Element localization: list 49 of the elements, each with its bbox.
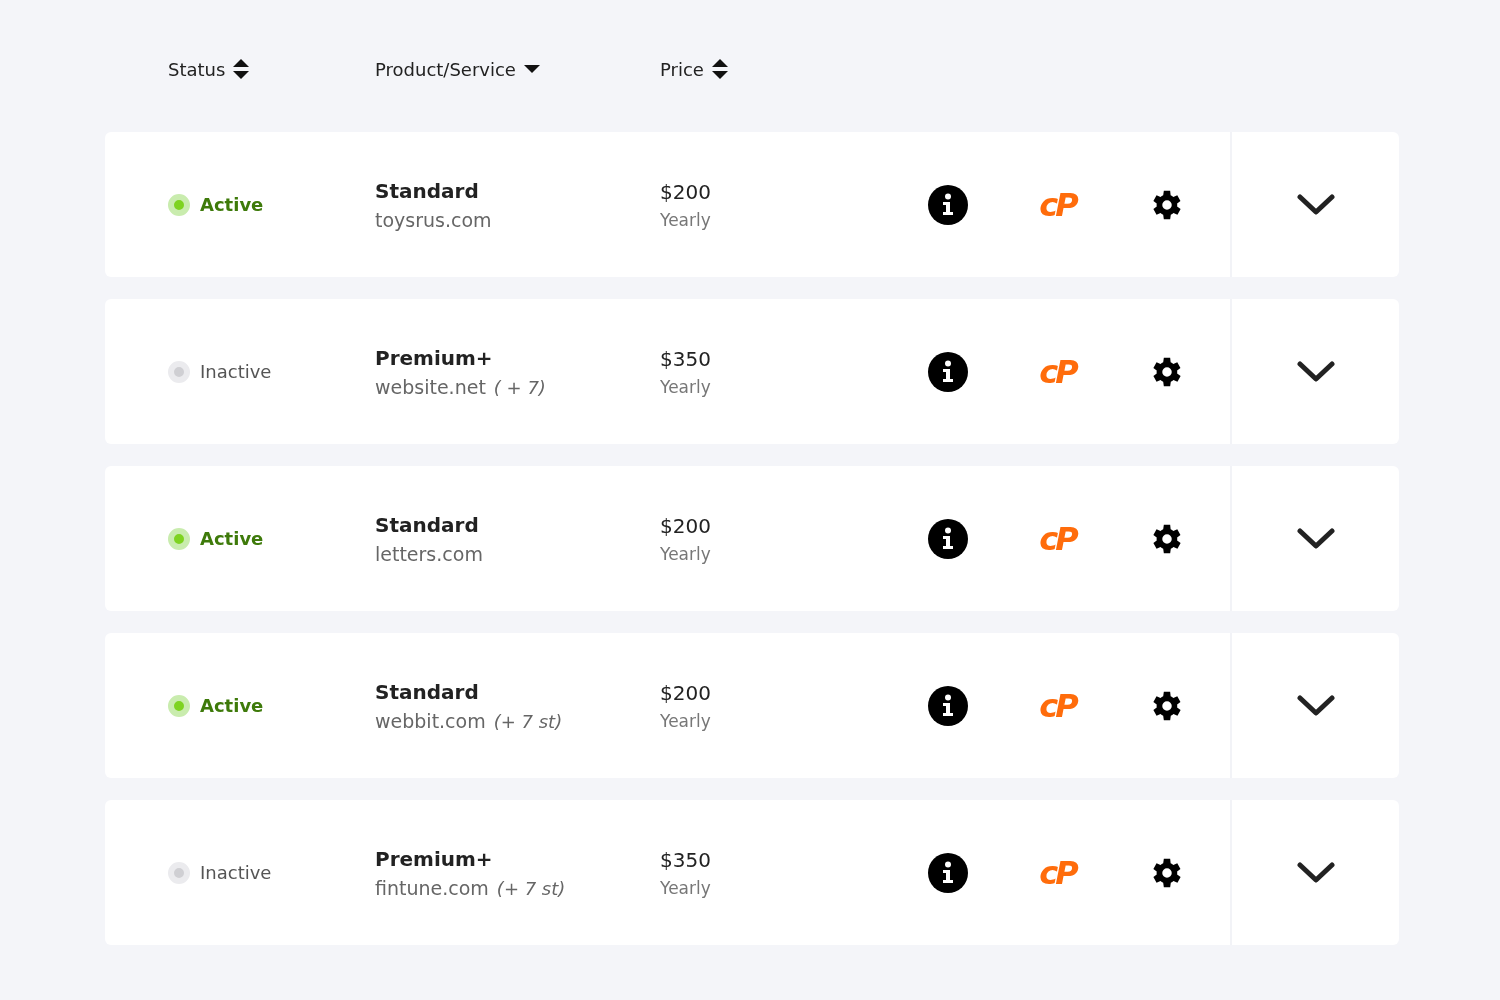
cpanel-logo[interactable]: cP	[1039, 686, 1076, 725]
cpanel-logo[interactable]: cP	[1039, 853, 1076, 892]
product-name: Standard	[375, 679, 480, 704]
billing-cycle: Yearly	[660, 877, 712, 898]
extra-domains-count: ( + 7)	[493, 376, 546, 398]
chevron-down-icon[interactable]	[1296, 860, 1335, 885]
column-header[interactable]: Product/Service	[375, 56, 660, 82]
cpanel-logo[interactable]: cP	[1039, 352, 1076, 391]
domain-name: website.net	[375, 375, 486, 398]
extra-domains-count: (+ 7 st)	[493, 710, 563, 732]
column-header[interactable]: Price	[660, 56, 905, 82]
price-amount: $350	[660, 346, 712, 371]
status-label: Active	[200, 528, 264, 549]
sort-icon	[233, 59, 250, 79]
column-header[interactable]: Status	[168, 56, 375, 82]
sort-icon	[711, 59, 728, 79]
domain-name: fintune.com	[375, 876, 489, 899]
billing-cycle: Yearly	[660, 376, 712, 397]
price-amount: $200	[660, 680, 712, 705]
status-label: Active	[200, 695, 264, 716]
info-icon[interactable]	[927, 685, 968, 726]
product-name: Standard	[375, 512, 480, 537]
price-amount: $350	[660, 847, 712, 872]
info-icon[interactable]	[927, 184, 968, 225]
price-amount: $200	[660, 513, 712, 538]
domain-name: letters.com	[375, 542, 483, 565]
domain-name: webbit.com	[375, 709, 486, 732]
cpanel-logo[interactable]: cP	[1039, 519, 1076, 558]
status-label: Inactive	[200, 361, 272, 382]
extra-domains-count: (+ 7 st)	[496, 877, 566, 899]
product-name: Premium+	[375, 345, 494, 370]
chevron-down-icon[interactable]	[1296, 693, 1335, 718]
chevron-down-icon[interactable]	[1296, 192, 1335, 217]
billing-cycle: Yearly	[660, 209, 712, 230]
price-amount: $200	[660, 179, 712, 204]
info-icon[interactable]	[927, 852, 968, 893]
status-label: Inactive	[200, 862, 272, 883]
info-icon[interactable]	[927, 351, 968, 392]
info-icon[interactable]	[927, 518, 968, 559]
status-label: Active	[200, 194, 264, 215]
cpanel-logo[interactable]: cP	[1039, 185, 1076, 224]
domain-name: toysrus.com	[375, 208, 492, 231]
chevron-down-icon[interactable]	[1296, 359, 1335, 384]
billing-cycle: Yearly	[660, 543, 712, 564]
product-name: Standard	[375, 178, 480, 203]
product-name: Premium+	[375, 846, 494, 871]
chevron-down-icon[interactable]	[1296, 526, 1335, 551]
billing-cycle: Yearly	[660, 710, 712, 731]
caret-down-icon	[523, 64, 540, 74]
